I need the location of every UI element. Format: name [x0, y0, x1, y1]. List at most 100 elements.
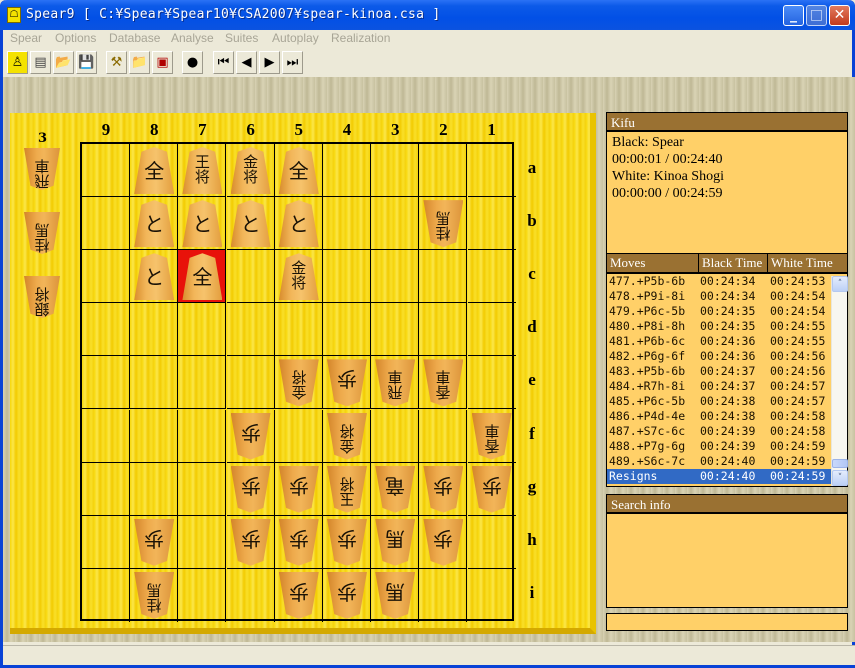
white-pawn-piece[interactable]: 歩	[423, 518, 464, 566]
square-4f[interactable]: 金 将	[323, 409, 371, 463]
black-gold-piece[interactable]: 金 将	[278, 253, 319, 301]
square-6g[interactable]: 歩	[226, 462, 275, 516]
menu-options[interactable]: Options	[55, 31, 96, 45]
close-button[interactable]: ✕	[829, 5, 850, 26]
square-4g[interactable]: 玉 将	[323, 462, 371, 516]
move-row[interactable]: 482.+P6g-6f 00:24:36 00:24:56	[607, 349, 832, 364]
menu-spear[interactable]: Spear	[10, 31, 42, 45]
last-move-button[interactable]: ⏭	[282, 51, 303, 74]
square-6h[interactable]: 歩	[226, 515, 275, 569]
move-row[interactable]: 478.+P9i-8i 00:24:34 00:24:54	[607, 289, 832, 304]
square-9g[interactable]	[82, 462, 130, 516]
square-7g[interactable]	[178, 462, 227, 516]
square-8e[interactable]	[130, 356, 179, 410]
move-row[interactable]: 484.+R7h-8i 00:24:37 00:24:57	[607, 379, 832, 394]
black-time-column-header[interactable]: Black Time	[699, 254, 768, 272]
white-gold-piece[interactable]: 金 将	[278, 359, 319, 407]
square-6i[interactable]	[227, 568, 275, 622]
white-pawn-piece[interactable]: 歩	[134, 518, 175, 566]
square-2f[interactable]	[419, 409, 468, 463]
menu-autoplay[interactable]: Autoplay	[272, 31, 319, 45]
square-6c[interactable]	[226, 250, 275, 304]
square-9e[interactable]	[82, 356, 130, 410]
white-horse-piece[interactable]: 馬	[375, 518, 416, 566]
square-1d[interactable]	[467, 303, 516, 357]
minimize-button[interactable]: _	[783, 5, 804, 26]
square-7a[interactable]: 王 将	[178, 144, 227, 197]
square-3f[interactable]	[371, 409, 420, 463]
white-pawn-piece[interactable]: 歩	[327, 359, 367, 407]
black-tokin-piece[interactable]: と	[182, 200, 223, 248]
square-4i[interactable]: 歩	[323, 568, 371, 622]
previous-move-button[interactable]: ◀	[236, 51, 257, 74]
square-2a[interactable]	[419, 144, 468, 197]
white-pawn-piece[interactable]: 歩	[278, 518, 319, 566]
square-6f[interactable]: 歩	[226, 409, 275, 463]
white-knight-piece[interactable]: 桂 馬	[134, 571, 175, 619]
square-5c[interactable]: 金 将	[274, 250, 323, 304]
square-5h[interactable]: 歩	[274, 515, 323, 569]
square-1h[interactable]	[467, 516, 516, 569]
move-row[interactable]: 481.+P6b-6c 00:24:36 00:24:55	[607, 334, 832, 349]
square-7e[interactable]	[178, 356, 227, 410]
square-9c[interactable]	[82, 250, 130, 304]
square-3h[interactable]: 馬	[371, 515, 420, 569]
white-gold-piece[interactable]: 金 将	[327, 412, 367, 460]
square-1g[interactable]: 歩	[467, 463, 516, 516]
shogi-piece-icon[interactable]: ☖	[7, 7, 21, 23]
white-knight-piece[interactable]: 桂 馬	[423, 200, 464, 248]
square-3d[interactable]	[371, 303, 420, 357]
black-promoted-silver-piece[interactable]: 全	[134, 147, 175, 194]
square-4b[interactable]	[323, 197, 371, 251]
white-pawn-piece[interactable]: 歩	[278, 571, 319, 619]
square-9a[interactable]	[82, 144, 130, 197]
square-1b[interactable]	[467, 197, 516, 251]
square-5g[interactable]: 歩	[274, 462, 323, 516]
move-row[interactable]: 486.+P4d-4e 00:24:38 00:24:58	[607, 409, 832, 424]
square-3g[interactable]: 竜	[371, 462, 420, 516]
shogi-board[interactable]: 全王 将金 将全とととと桂 馬と全金 将金 将歩飛 車香 車歩金 将香 車歩歩玉…	[80, 142, 516, 622]
white-horse-piece[interactable]: 馬	[375, 571, 416, 619]
square-3b[interactable]	[371, 197, 420, 251]
square-7b[interactable]: と	[178, 197, 227, 251]
black-tokin-piece[interactable]: と	[278, 200, 319, 248]
square-3e[interactable]: 飛 車	[371, 356, 420, 410]
move-row[interactable]: 479.+P6c-5b 00:24:35 00:24:54	[607, 304, 832, 319]
move-row[interactable]: Resigns 00:24:40 00:24:59	[607, 469, 832, 484]
square-7i[interactable]	[178, 568, 227, 622]
white-pawn-piece[interactable]: 歩	[230, 518, 271, 566]
square-7d[interactable]	[178, 303, 227, 357]
square-8f[interactable]	[130, 409, 179, 463]
square-6e[interactable]	[226, 356, 275, 410]
square-5i[interactable]: 歩	[275, 568, 323, 622]
square-7c[interactable]: 全	[178, 250, 227, 304]
settings-wrench-button[interactable]: ⚒	[106, 51, 127, 74]
square-6b[interactable]: と	[226, 197, 275, 251]
white-silver-piece[interactable]: 銀 将	[24, 276, 60, 318]
menu-suites[interactable]: Suites	[225, 31, 258, 45]
square-4d[interactable]	[323, 303, 371, 357]
square-4h[interactable]: 歩	[323, 515, 371, 569]
square-4e[interactable]: 歩	[323, 356, 371, 410]
bomb-button[interactable]: ●	[182, 51, 203, 74]
folder-button[interactable]: 📁	[129, 51, 150, 74]
square-2c[interactable]	[419, 250, 468, 304]
square-8i[interactable]: 桂 馬	[130, 568, 179, 622]
square-1c[interactable]	[467, 250, 516, 304]
square-7h[interactable]	[178, 515, 227, 569]
menu-analyse[interactable]: Analyse	[171, 31, 214, 45]
white-pawn-piece[interactable]: 歩	[471, 465, 512, 513]
menu-database[interactable]: Database	[109, 31, 160, 45]
square-6a[interactable]: 金 将	[226, 144, 275, 197]
square-4a[interactable]	[323, 144, 371, 197]
white-time-column-header[interactable]: White Time	[768, 254, 849, 272]
black-promoted-silver-piece[interactable]: 全	[278, 147, 319, 194]
grid-table-button[interactable]: ▤	[30, 51, 51, 74]
square-3c[interactable]	[371, 250, 420, 304]
square-8g[interactable]	[130, 462, 179, 516]
move-row[interactable]: 489.+S6c-7c 00:24:40 00:24:59	[607, 454, 832, 469]
square-2i[interactable]	[419, 568, 468, 622]
white-pawn-piece[interactable]: 歩	[230, 412, 271, 460]
next-move-button[interactable]: ▶	[259, 51, 280, 74]
move-row[interactable]: 485.+P6c-5b 00:24:38 00:24:57	[607, 394, 832, 409]
